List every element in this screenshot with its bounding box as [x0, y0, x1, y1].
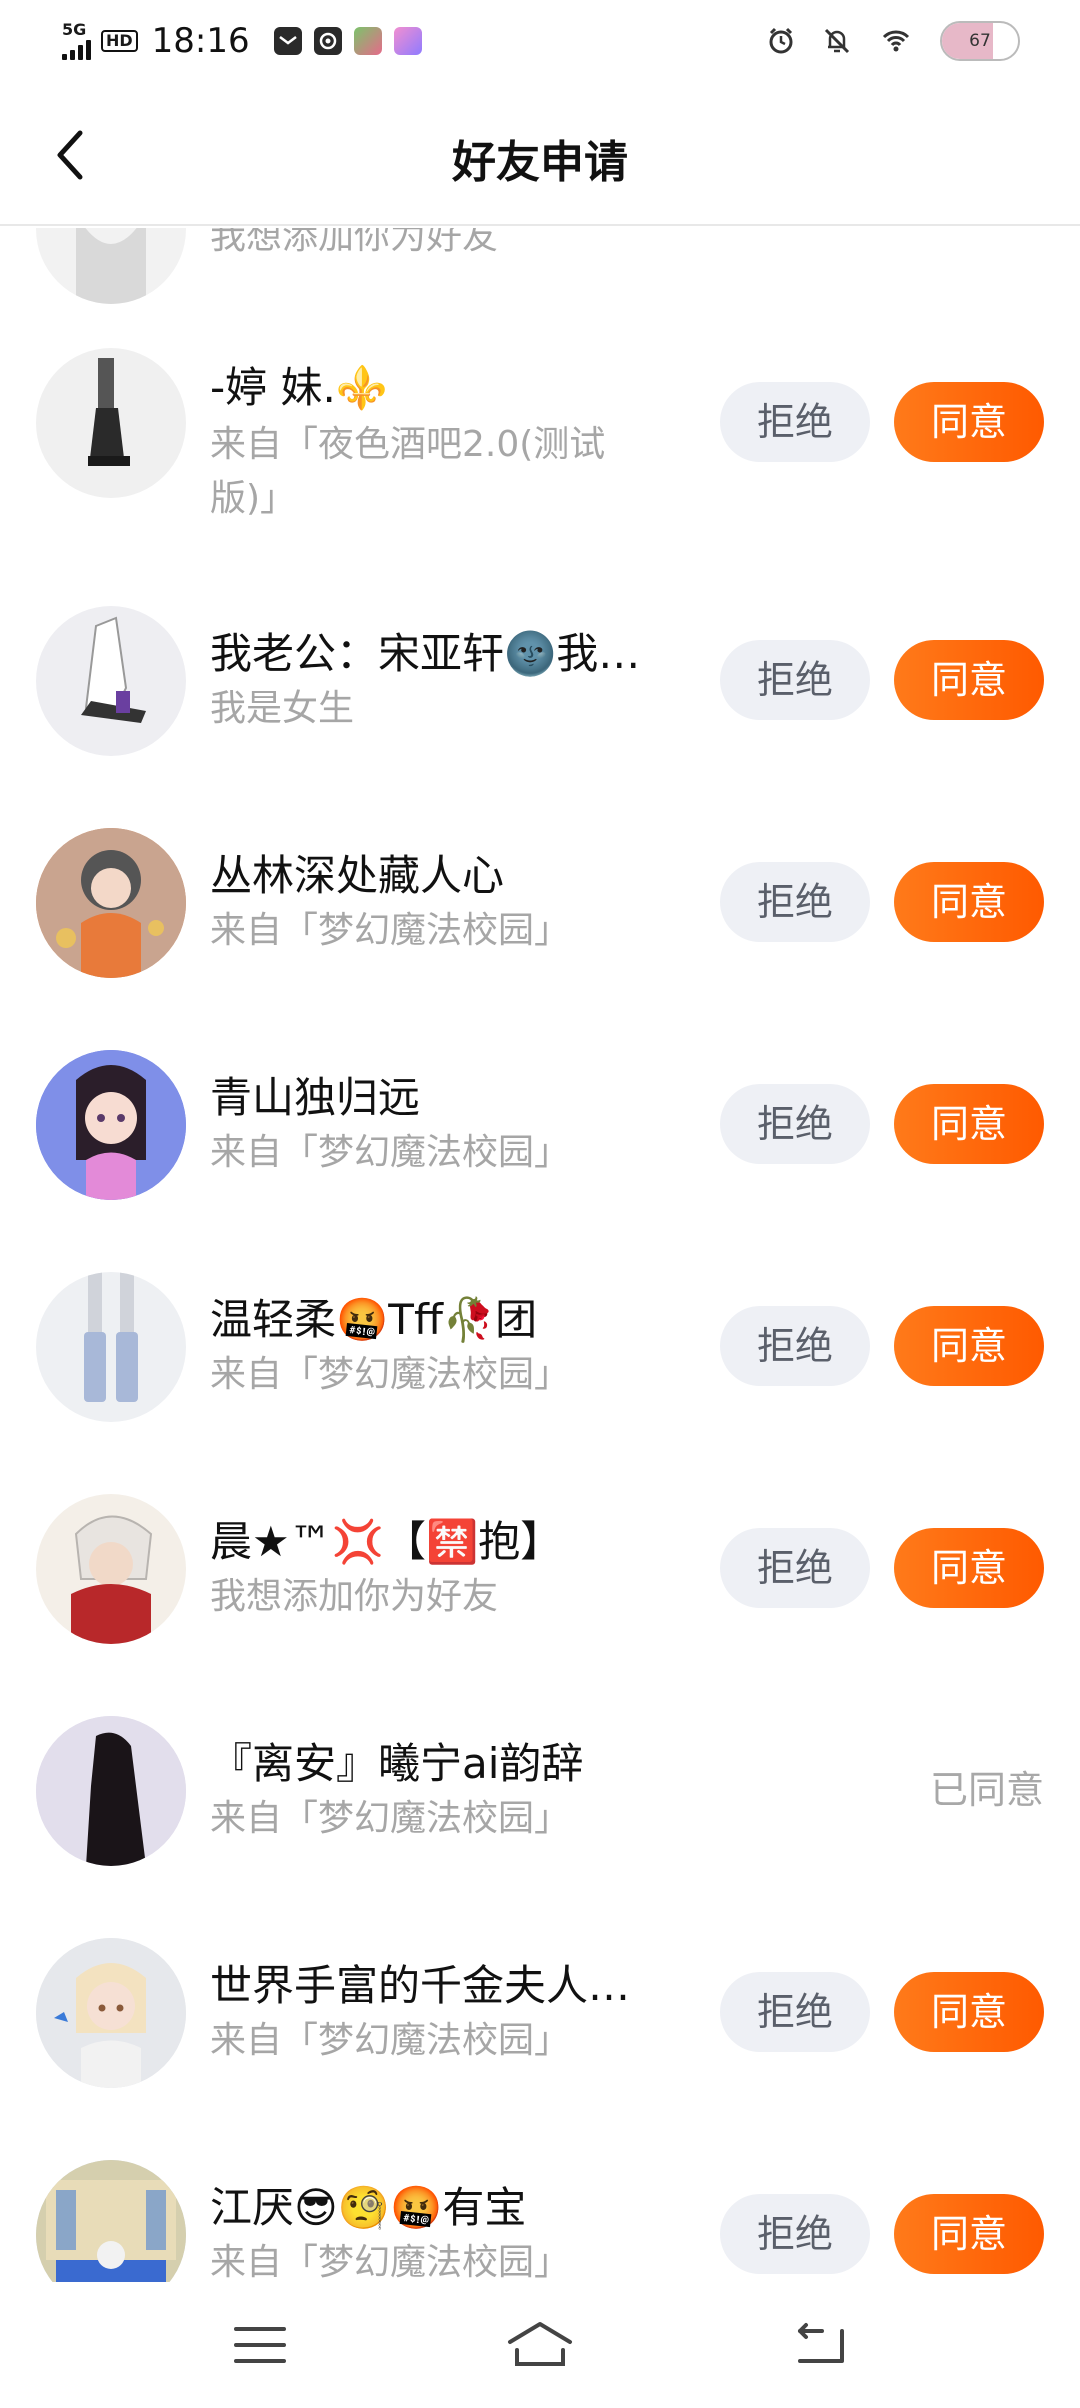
- request-message: 来自「梦幻魔法校园」: [210, 910, 571, 951]
- requester-name: 江厌😎🧐🤬有宝: [210, 2183, 527, 2232]
- requester-name: 『离安』曦宁ai韵辞: [210, 1739, 584, 1788]
- request-message: 我想添加你为好友: [210, 228, 499, 257]
- agree-button[interactable]: 同意: [894, 382, 1044, 462]
- avatar[interactable]: [36, 606, 186, 756]
- request-message: 来自「梦幻魔法校园」: [210, 2242, 571, 2282]
- system-nav-bar: [0, 2282, 1080, 2408]
- friend-request-row[interactable]: 我想添加你为好友: [0, 228, 1080, 340]
- agree-button[interactable]: 同意: [894, 2194, 1044, 2274]
- back-icon: [798, 2323, 844, 2363]
- agree-button[interactable]: 同意: [894, 1528, 1044, 1608]
- agree-button[interactable]: 同意: [894, 862, 1044, 942]
- avatar[interactable]: [36, 1494, 186, 1644]
- reject-button[interactable]: 拒绝: [720, 382, 870, 462]
- agree-button[interactable]: 同意: [894, 1306, 1044, 1386]
- battery-indicator: 67: [940, 21, 1020, 61]
- request-message: 来自「梦幻魔法校园」: [210, 1132, 571, 1173]
- request-message: 来自「梦幻魔法校园」: [210, 1354, 571, 1395]
- avatar[interactable]: [36, 1050, 186, 1200]
- requester-name: 我老公：宋亚轩🌚我…: [210, 629, 641, 678]
- friend-request-row[interactable]: 温轻柔🤬Tff🥀团 来自「梦幻魔法校园」 拒绝 同意: [0, 1272, 1080, 1494]
- agreed-status: 已同意: [929, 1768, 1044, 1812]
- friend-request-row[interactable]: 世界手富的千金夫人… 来自「梦幻魔法校园」 拒绝 同意: [0, 1938, 1080, 2160]
- requester-name: 丛林深处藏人心: [210, 851, 505, 900]
- clock: 18:16: [151, 21, 250, 61]
- wifi-icon: [882, 30, 910, 52]
- mail-app-icon: [273, 27, 302, 55]
- request-message: 来自「梦幻魔法校园」: [210, 2020, 571, 2061]
- avatar[interactable]: [36, 348, 186, 498]
- reject-button[interactable]: 拒绝: [720, 640, 870, 720]
- friend-request-row[interactable]: 『离安』曦宁ai韵辞 来自「梦幻魔法校园」 已同意: [0, 1716, 1080, 1938]
- menu-button[interactable]: [220, 2305, 300, 2385]
- request-message: 来自「梦幻魔法校园」: [210, 1798, 571, 1839]
- back-nav-button[interactable]: [780, 2305, 860, 2385]
- requester-name: -婷 妹.⚜️: [210, 363, 389, 412]
- request-message: 我想添加你为好友: [210, 1576, 499, 1617]
- reject-button[interactable]: 拒绝: [720, 1306, 870, 1386]
- reject-button[interactable]: 拒绝: [720, 2194, 870, 2274]
- game-app-icon-2: [393, 27, 422, 55]
- agree-button[interactable]: 同意: [894, 640, 1044, 720]
- agree-button[interactable]: 同意: [894, 1972, 1044, 2052]
- friend-request-row[interactable]: 我老公：宋亚轩🌚我… 我是女生 拒绝 同意: [0, 606, 1080, 828]
- friend-request-row[interactable]: 晨★™💢【🈲抱】 我想添加你为好友 拒绝 同意: [0, 1494, 1080, 1716]
- request-message: 我是女生: [210, 688, 355, 729]
- friend-request-row[interactable]: 江厌😎🧐🤬有宝 来自「梦幻魔法校园」 拒绝 同意: [0, 2160, 1080, 2282]
- agree-button[interactable]: 同意: [894, 1084, 1044, 1164]
- reject-button[interactable]: 拒绝: [720, 1084, 870, 1164]
- avatar[interactable]: [36, 828, 186, 978]
- avatar[interactable]: [36, 1272, 186, 1422]
- home-icon: [508, 2322, 572, 2366]
- friend-request-row[interactable]: 丛林深处藏人心 来自「梦幻魔法校园」 拒绝 同意: [0, 828, 1080, 1050]
- network-type: 5G: [62, 20, 87, 39]
- reject-button[interactable]: 拒绝: [720, 1528, 870, 1608]
- page-title: 好友申请: [452, 137, 628, 188]
- request-message: 来自「夜色酒吧2.0(测试版)」: [210, 424, 606, 519]
- status-bar: 5G HD 18:16 67: [0, 0, 1080, 82]
- signal-icon: [62, 38, 91, 60]
- reject-button[interactable]: 拒绝: [720, 1972, 870, 2052]
- alarm-icon: [769, 27, 793, 54]
- hd-icon: HD: [101, 30, 138, 52]
- friend-request-row[interactable]: 青山独归远 来自「梦幻魔法校园」 拒绝 同意: [0, 1050, 1080, 1272]
- app-header: 好友申请: [0, 82, 1080, 226]
- requester-name: 青山独归远: [210, 1073, 421, 1122]
- avatar[interactable]: [36, 1938, 186, 2088]
- requester-name: 温轻柔🤬Tff🥀团: [210, 1295, 538, 1344]
- battery-percent: 67: [969, 31, 991, 51]
- friend-request-list[interactable]: 我想添加你为好友 -婷 妹.⚜️ 来自「夜色酒吧2.0(测试版)」 拒绝 同意 …: [0, 228, 1080, 2282]
- home-button[interactable]: [500, 2305, 580, 2385]
- requester-name: 世界手富的千金夫人…: [210, 1961, 631, 2010]
- avatar[interactable]: [36, 2160, 186, 2282]
- at-app-icon: [313, 27, 342, 55]
- mute-bell-icon: [824, 28, 850, 54]
- avatar[interactable]: [36, 1716, 186, 1866]
- avatar[interactable]: [36, 228, 186, 304]
- reject-button[interactable]: 拒绝: [720, 862, 870, 942]
- requester-name: 晨★™💢【🈲抱】: [210, 1517, 563, 1566]
- friend-request-row[interactable]: -婷 妹.⚜️ 来自「夜色酒吧2.0(测试版)」 拒绝 同意: [0, 348, 1080, 570]
- game-app-icon-1: [353, 27, 382, 55]
- menu-icon: [234, 2327, 286, 2363]
